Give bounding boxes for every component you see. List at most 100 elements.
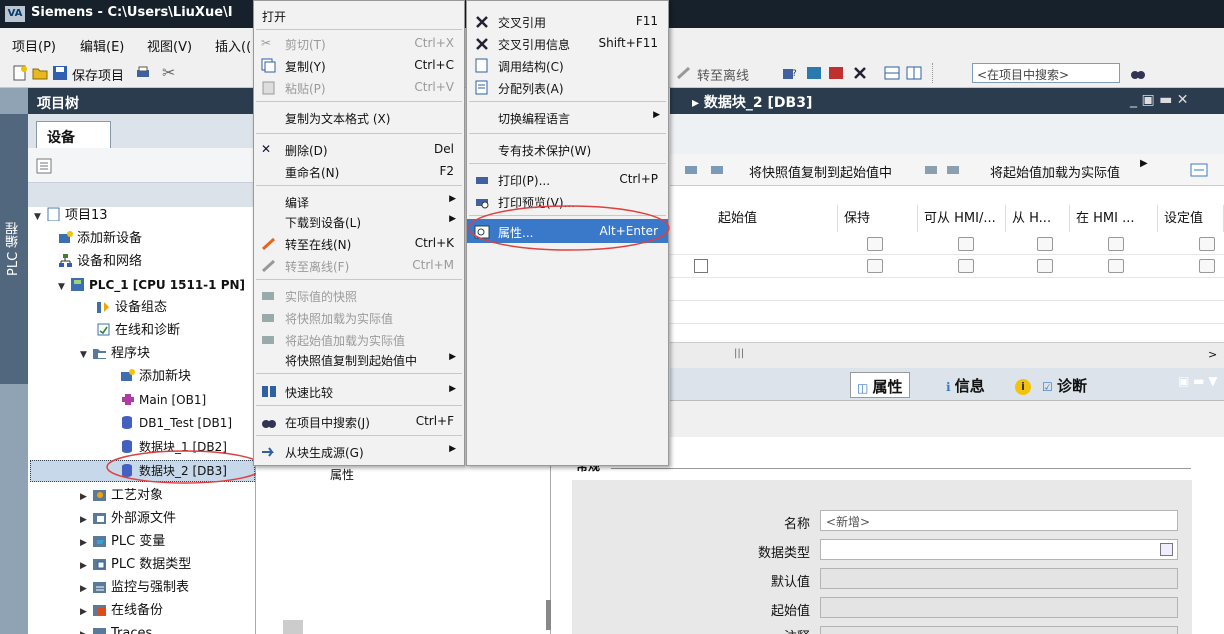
- split-vertical-icon[interactable]: [906, 65, 922, 81]
- menu-item-download[interactable]: 下载到设备(L) ▶: [254, 209, 464, 233]
- tree-item-watch-force-tables[interactable]: ▶ 监控与强制表: [80, 577, 189, 599]
- search-binoculars-icon[interactable]: [1130, 65, 1146, 81]
- tab-properties[interactable]: ◫ 属性: [850, 372, 910, 398]
- overview-icon[interactable]: [36, 158, 52, 174]
- checkbox[interactable]: [1199, 237, 1215, 251]
- menu-item-open[interactable]: 打开: [254, 3, 464, 27]
- checkbox[interactable]: [867, 259, 883, 273]
- load-start-icon[interactable]: [924, 162, 940, 178]
- menu-item-generate-source[interactable]: 从块生成源(G) ▶: [254, 439, 464, 463]
- tree-item-main-ob1[interactable]: Main [OB1]: [120, 389, 206, 411]
- name-field[interactable]: <新增>: [820, 510, 1178, 531]
- menu-item-snapshot[interactable]: 实际值的快照: [254, 283, 464, 307]
- tree-item-plc1[interactable]: ▼ PLC_1 [CPU 1511-1 PN]: [58, 274, 245, 296]
- cross-reference-toolbar-icon[interactable]: [852, 65, 868, 81]
- checkbox[interactable]: [958, 237, 974, 251]
- column-setpoint[interactable]: 设定值: [1158, 205, 1224, 232]
- horizontal-scrollbar[interactable]: ||| >: [670, 342, 1224, 368]
- tree-item-plc-data-types[interactable]: ▶ PLC 数据类型: [80, 554, 191, 576]
- menu-item-assignment-list[interactable]: 分配列表(A): [467, 75, 668, 99]
- data-type-field[interactable]: [820, 539, 1178, 560]
- column-from-hmi[interactable]: 从 H...: [1006, 205, 1070, 232]
- comment-field[interactable]: [820, 626, 1178, 634]
- tree-item-device-config[interactable]: 设备组态: [96, 297, 167, 319]
- menu-edit[interactable]: 编辑(E): [80, 36, 124, 55]
- go-offline-icon[interactable]: [676, 65, 692, 81]
- scroll-right-icon[interactable]: >: [1208, 348, 1217, 361]
- menu-item-call-structure[interactable]: 调用结构(C): [467, 53, 668, 77]
- snapshot-icon[interactable]: [684, 162, 700, 178]
- checkbox[interactable]: [1108, 259, 1124, 273]
- menu-item-paste[interactable]: 粘贴(P) Ctrl+V: [254, 75, 464, 99]
- tab-devices[interactable]: 设备: [36, 121, 111, 149]
- inspector-controls-icon[interactable]: ▣ ▬ ▼: [1178, 374, 1218, 388]
- tree-item-program-blocks[interactable]: ▼ 程序块: [80, 343, 150, 365]
- menu-item-delete[interactable]: ✕ 删除(D) Del: [254, 137, 464, 161]
- checkbox[interactable]: [958, 259, 974, 273]
- checkbox[interactable]: [1199, 259, 1215, 273]
- toolbar-more-icon[interactable]: ▶: [1140, 158, 1148, 169]
- save-icon[interactable]: [52, 65, 68, 81]
- accessible-devices-icon[interactable]: ?: [782, 65, 798, 81]
- menu-item-copy[interactable]: 复制(Y) Ctrl+C: [254, 53, 464, 77]
- tree-item-add-block[interactable]: 添加新块: [120, 366, 191, 388]
- split-horizontal-icon[interactable]: [884, 65, 900, 81]
- tree-item-external-sources[interactable]: ▶ 外部源文件: [80, 508, 176, 530]
- tree-item-plc-tags[interactable]: ▶ PLC 变量: [80, 531, 165, 553]
- tree-item-traces[interactable]: ▶Traces: [80, 623, 152, 634]
- menu-item-print[interactable]: 打印(P)... Ctrl+P: [467, 167, 668, 191]
- start-cpu-icon[interactable]: [806, 65, 822, 81]
- menu-insert[interactable]: 插入((: [215, 36, 251, 55]
- middle-scroll-thumb[interactable]: [283, 620, 303, 634]
- data-type-picker-icon[interactable]: [1160, 543, 1173, 556]
- tree-item-technology-objects[interactable]: ▶ 工艺对象: [80, 485, 163, 507]
- menu-item-copy-snapshot-to-start[interactable]: 将快照值复制到起始值中 ▶: [254, 347, 464, 371]
- tree-item-online-backups[interactable]: ▶ 在线备份: [80, 600, 163, 622]
- menu-item-go-online[interactable]: 转至在线(N) Ctrl+K: [254, 231, 464, 255]
- load-start-as-actual-button[interactable]: 将起始值加载为实际值: [990, 162, 1120, 181]
- copy-snapshot-to-start-button[interactable]: 将快照值复制到起始值中: [749, 162, 892, 181]
- tree-item-devices-networks[interactable]: 设备和网络: [58, 251, 142, 273]
- menu-item-cross-reference-info[interactable]: 交叉引用信息 Shift+F11: [467, 31, 668, 55]
- menu-item-go-offline[interactable]: 转至离线(F) Ctrl+M: [254, 253, 464, 277]
- menu-item-rename[interactable]: 重命名(N) F2: [254, 159, 464, 183]
- stop-cpu-icon[interactable]: [828, 65, 844, 81]
- plc-programming-tab[interactable]: PLC 编程: [0, 114, 28, 384]
- scroll-grip-icon[interactable]: |||: [734, 348, 744, 359]
- tree-item-project[interactable]: ▼ 项目13: [34, 205, 108, 227]
- open-project-icon[interactable]: [32, 65, 48, 81]
- project-search-input[interactable]: <在项目中搜索>: [972, 63, 1120, 83]
- tab-info[interactable]: ℹ 信息: [940, 372, 991, 398]
- menu-item-search-in-project[interactable]: 在项目中搜索(J) Ctrl+F: [254, 409, 464, 433]
- checkbox[interactable]: [867, 237, 883, 251]
- tree-item-online-diagnostics[interactable]: 在线和诊断: [96, 320, 180, 342]
- tree-item-db1[interactable]: DB1_Test [DB1]: [120, 412, 232, 434]
- column-start-value[interactable]: 起始值: [712, 205, 838, 232]
- checkbox[interactable]: [1037, 259, 1053, 273]
- menu-view[interactable]: 视图(V): [147, 36, 192, 55]
- tree-item-add-device[interactable]: 添加新设备: [58, 228, 142, 250]
- checkbox[interactable]: [1108, 237, 1124, 251]
- load-start-icon-2[interactable]: [946, 162, 962, 178]
- menu-item-know-how-protection[interactable]: 专有技术保护(W): [467, 137, 668, 161]
- menu-item-copy-as-text[interactable]: 复制为文本格式 (X): [254, 105, 464, 129]
- cut-icon[interactable]: ✂: [162, 63, 175, 82]
- print-icon[interactable]: [135, 65, 151, 81]
- save-project-button[interactable]: 保存项目: [72, 65, 124, 84]
- menu-item-load-snapshot[interactable]: 将快照加载为实际值: [254, 305, 464, 329]
- menu-item-quick-compare[interactable]: 快速比较 ▶: [254, 379, 464, 403]
- menu-item-cross-references[interactable]: 交叉引用 F11: [467, 9, 668, 33]
- window-controls-icon[interactable]: _ ▣ ▬ ✕: [1130, 92, 1189, 108]
- checkbox[interactable]: [1037, 237, 1053, 251]
- go-offline-button[interactable]: 转至离线: [697, 65, 749, 84]
- menu-item-cut[interactable]: ✂ 剪切(T) Ctrl+X: [254, 31, 464, 55]
- new-project-icon[interactable]: [12, 65, 28, 81]
- tab-diagnostics[interactable]: ☑ 诊断: [1036, 372, 1093, 398]
- column-accessible-hmi[interactable]: 可从 HMI/...: [918, 205, 1006, 232]
- column-retain[interactable]: 保持: [838, 205, 918, 232]
- load-snapshot-icon[interactable]: [710, 162, 726, 178]
- column-in-hmi[interactable]: 在 HMI ...: [1070, 205, 1158, 232]
- menu-item-switch-language[interactable]: 切换编程语言 ▶: [467, 105, 668, 129]
- row-expand-icon[interactable]: [694, 259, 708, 273]
- menu-project[interactable]: 项目(P): [12, 36, 56, 55]
